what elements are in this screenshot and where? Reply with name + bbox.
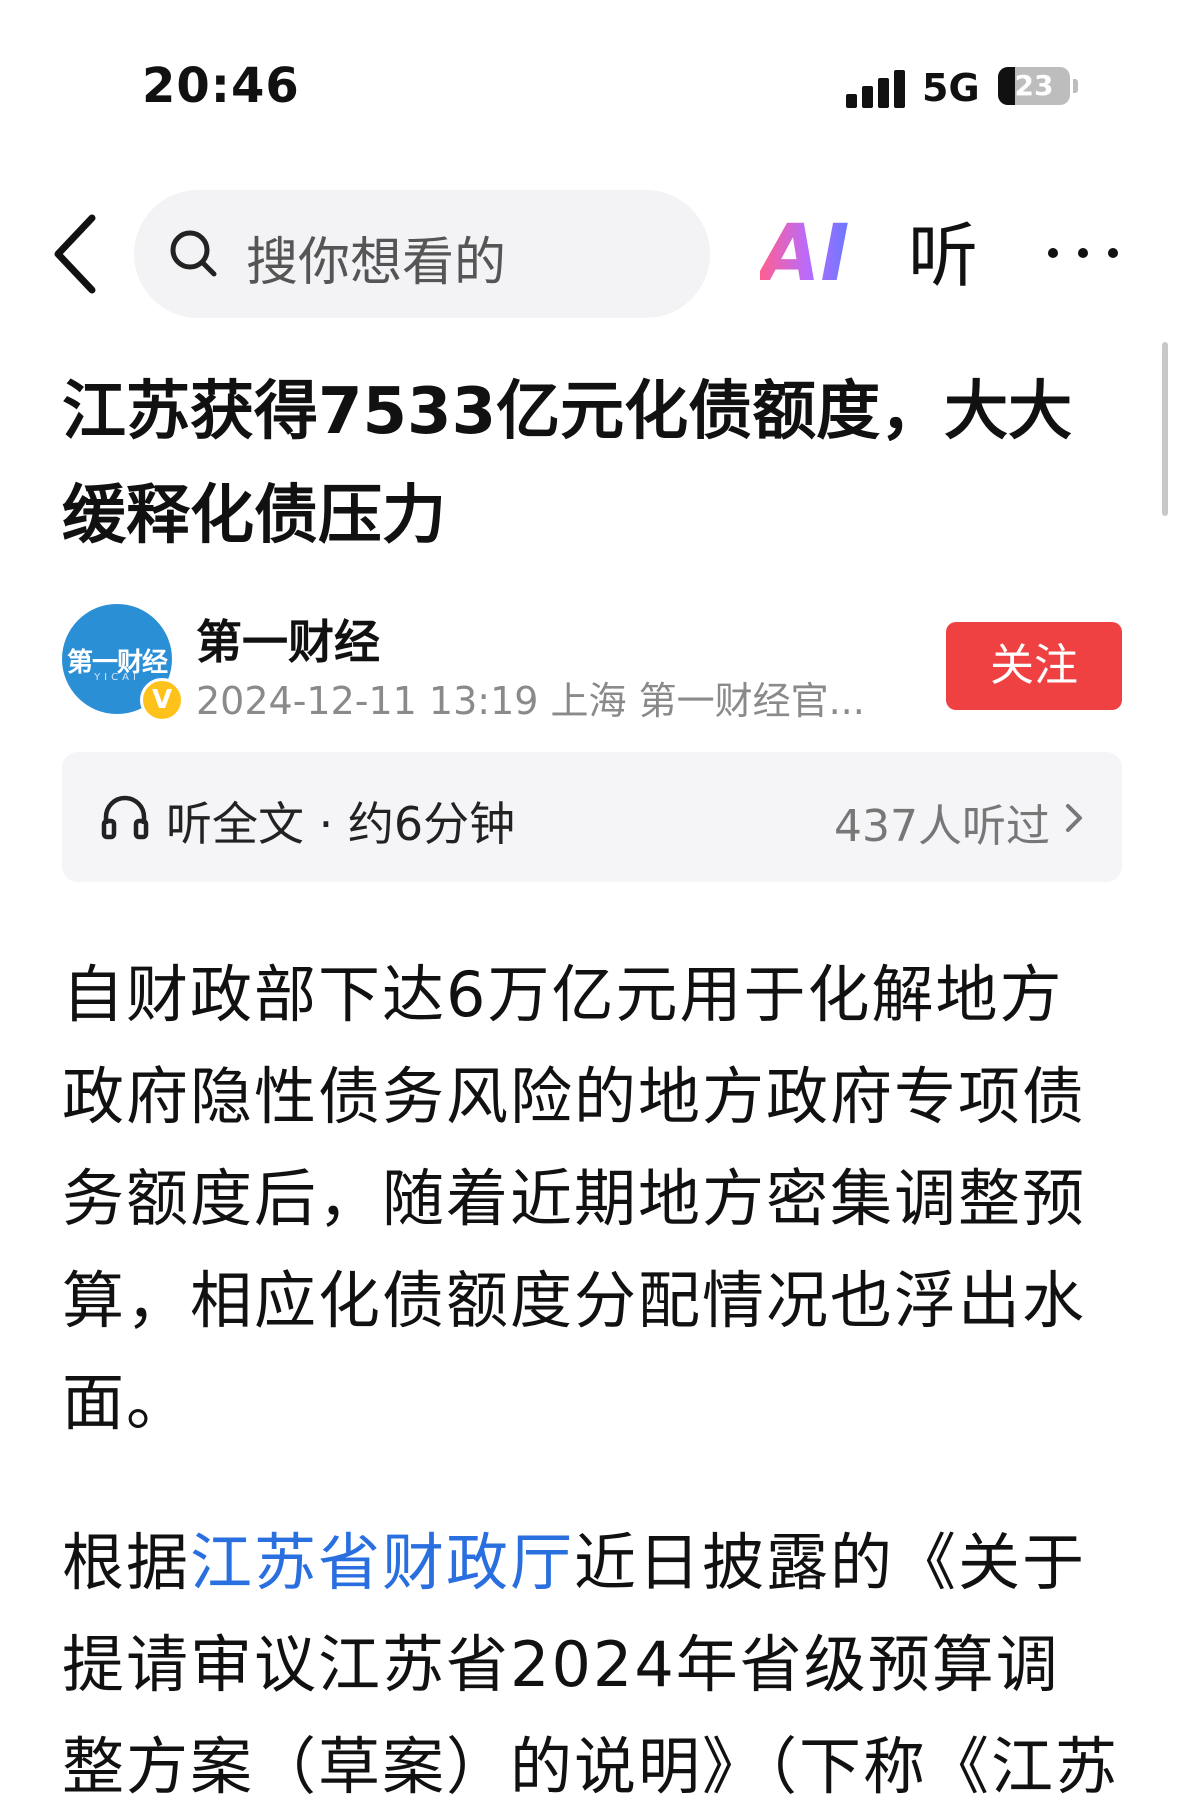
battery-level: 23 (1014, 69, 1054, 102)
more-dots-icon-mid (1078, 248, 1088, 258)
network-label: 5G (922, 66, 980, 110)
status-time: 20:46 (142, 58, 300, 114)
author-meta: 2024-12-11 13:19 上海 第一财经官... (196, 679, 865, 723)
back-button[interactable] (48, 212, 108, 296)
verified-badge: V (140, 678, 184, 722)
finance-department-link[interactable]: 江苏省财政厅 (190, 1526, 574, 1599)
listen-button[interactable]: 听 (908, 214, 978, 298)
search-input[interactable]: 搜你想看的 (134, 190, 710, 318)
chevron-left-icon (54, 214, 96, 294)
more-options-button[interactable] (1048, 234, 1124, 274)
headphone-icon (101, 795, 149, 840)
chevron-right-icon (1066, 804, 1082, 832)
paragraph-text: 根据 (62, 1526, 191, 1599)
more-dots-icon (1048, 248, 1058, 258)
author-row: 第一财经 YICAI V 第一财经 2024-12-11 13:19 上海 第一… (62, 604, 1122, 724)
article-title: 江苏获得7533亿元化债额度，大大缓释化债压力 (62, 375, 1073, 553)
listen-full-text-bar[interactable]: 听全文 · 约6分钟 437人听过 (62, 752, 1122, 882)
listen-full-text-label: 听全文 · 约6分钟 (166, 797, 516, 851)
status-bar: 20:46 5G 23 (0, 0, 1178, 130)
battery-tip (1073, 79, 1078, 93)
scroll-indicator[interactable] (1162, 342, 1168, 516)
avatar[interactable]: 第一财经 YICAI V (62, 604, 184, 722)
battery-icon: 23 (998, 67, 1070, 105)
search-icon (170, 230, 217, 277)
author-name[interactable]: 第一财经 (196, 606, 380, 672)
search-placeholder: 搜你想看的 (246, 233, 507, 293)
listen-count: 437人听过 (834, 801, 1050, 852)
follow-button[interactable]: 关注 (946, 622, 1122, 710)
ai-button[interactable]: AI (760, 212, 849, 296)
article-paragraph: 自财政部下达6万亿元用于化解地方政府隐性债务风险的地方政府专项债务额度后，随着近… (62, 958, 1087, 1439)
more-dots-icon-end (1108, 248, 1118, 258)
signal-icon (846, 68, 906, 108)
article-paragraph: 根据江苏省财政厅近日披露的《关于提请审议江苏省2024年省级预算调整方案（草案）… (62, 1512, 1122, 1818)
